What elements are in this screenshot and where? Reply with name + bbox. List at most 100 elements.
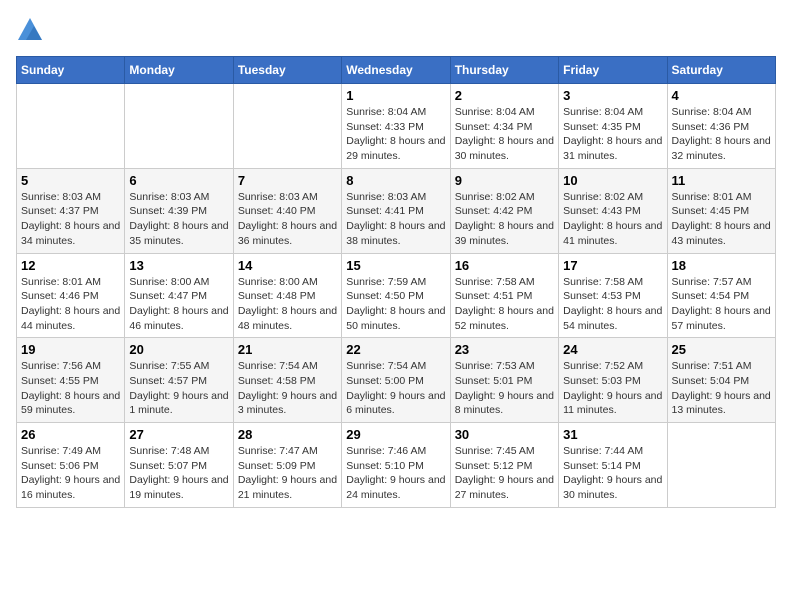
day-number: 30 (455, 427, 554, 442)
calendar-cell (233, 84, 341, 169)
day-info: Sunrise: 7:55 AM Sunset: 4:57 PM Dayligh… (129, 359, 228, 418)
day-info: Sunrise: 7:58 AM Sunset: 4:51 PM Dayligh… (455, 275, 554, 334)
day-number: 13 (129, 258, 228, 273)
day-info: Sunrise: 7:51 AM Sunset: 5:04 PM Dayligh… (672, 359, 771, 418)
calendar-cell: 29 Sunrise: 7:46 AM Sunset: 5:10 PM Dayli… (342, 423, 450, 508)
day-number: 5 (21, 173, 120, 188)
day-info: Sunrise: 7:47 AM Sunset: 5:09 PM Dayligh… (238, 444, 337, 503)
day-info: Sunrise: 8:04 AM Sunset: 4:36 PM Dayligh… (672, 105, 771, 164)
calendar-cell: 2Sunrise: 8:04 AM Sunset: 4:34 PM Daylig… (450, 84, 558, 169)
calendar-cell: 28 Sunrise: 7:47 AM Sunset: 5:09 PM Dayli… (233, 423, 341, 508)
day-number: 11 (672, 173, 771, 188)
day-number: 27 (129, 427, 228, 442)
day-info: Sunrise: 8:03 AM Sunset: 4:40 PM Dayligh… (238, 190, 337, 249)
calendar-cell: 11 Sunrise: 8:01 AM Sunset: 4:45 PM Dayli… (667, 168, 775, 253)
calendar-cell: 31Sunrise: 7:44 AM Sunset: 5:14 PM Dayli… (559, 423, 667, 508)
day-number: 24 (563, 342, 662, 357)
day-info: Sunrise: 7:56 AM Sunset: 4:55 PM Dayligh… (21, 359, 120, 418)
day-of-week-header: Wednesday (342, 57, 450, 84)
day-info: Sunrise: 7:58 AM Sunset: 4:53 PM Dayligh… (563, 275, 662, 334)
calendar-table: SundayMondayTuesdayWednesdayThursdayFrid… (16, 56, 776, 508)
day-info: Sunrise: 7:59 AM Sunset: 4:50 PM Dayligh… (346, 275, 445, 334)
day-number: 3 (563, 88, 662, 103)
day-number: 26 (21, 427, 120, 442)
day-number: 6 (129, 173, 228, 188)
calendar-cell: 6 Sunrise: 8:03 AM Sunset: 4:39 PM Daylig… (125, 168, 233, 253)
calendar-cell: 3 Sunrise: 8:04 AM Sunset: 4:35 PM Daylig… (559, 84, 667, 169)
calendar-cell: 23 Sunrise: 7:53 AM Sunset: 5:01 PM Dayli… (450, 338, 558, 423)
calendar-cell: 10 Sunrise: 8:02 AM Sunset: 4:43 PM Dayli… (559, 168, 667, 253)
day-number: 28 (238, 427, 337, 442)
calendar-cell: 26 Sunrise: 7:49 AM Sunset: 5:06 PM Dayli… (17, 423, 125, 508)
calendar-cell: 12 Sunrise: 8:01 AM Sunset: 4:46 PM Dayli… (17, 253, 125, 338)
calendar-cell: 7 Sunrise: 8:03 AM Sunset: 4:40 PM Daylig… (233, 168, 341, 253)
calendar-cell (17, 84, 125, 169)
calendar-cell (125, 84, 233, 169)
day-number: 15 (346, 258, 445, 273)
calendar-week-row: 5 Sunrise: 8:03 AM Sunset: 4:37 PM Daylig… (17, 168, 776, 253)
calendar-week-row: 26 Sunrise: 7:49 AM Sunset: 5:06 PM Dayli… (17, 423, 776, 508)
calendar-cell: 19 Sunrise: 7:56 AM Sunset: 4:55 PM Dayli… (17, 338, 125, 423)
day-of-week-header: Saturday (667, 57, 775, 84)
day-info: Sunrise: 7:57 AM Sunset: 4:54 PM Dayligh… (672, 275, 771, 334)
day-of-week-header: Monday (125, 57, 233, 84)
day-info: Sunrise: 8:03 AM Sunset: 4:39 PM Dayligh… (129, 190, 228, 249)
calendar-cell: 14Sunrise: 8:00 AM Sunset: 4:48 PM Dayli… (233, 253, 341, 338)
calendar-week-row: 12 Sunrise: 8:01 AM Sunset: 4:46 PM Dayli… (17, 253, 776, 338)
calendar-cell: 30 Sunrise: 7:45 AM Sunset: 5:12 PM Dayli… (450, 423, 558, 508)
page-header (16, 16, 776, 44)
calendar-cell: 27 Sunrise: 7:48 AM Sunset: 5:07 PM Dayli… (125, 423, 233, 508)
calendar-cell: 18 Sunrise: 7:57 AM Sunset: 4:54 PM Dayli… (667, 253, 775, 338)
day-number: 23 (455, 342, 554, 357)
calendar-cell: 15 Sunrise: 7:59 AM Sunset: 4:50 PM Dayli… (342, 253, 450, 338)
day-number: 17 (563, 258, 662, 273)
day-number: 19 (21, 342, 120, 357)
day-number: 9 (455, 173, 554, 188)
calendar-week-row: 1 Sunrise: 8:04 AM Sunset: 4:33 PM Daylig… (17, 84, 776, 169)
calendar-week-row: 19 Sunrise: 7:56 AM Sunset: 4:55 PM Dayli… (17, 338, 776, 423)
day-number: 7 (238, 173, 337, 188)
day-number: 20 (129, 342, 228, 357)
day-info: Sunrise: 8:04 AM Sunset: 4:35 PM Dayligh… (563, 105, 662, 164)
day-info: Sunrise: 8:04 AM Sunset: 4:33 PM Dayligh… (346, 105, 445, 164)
day-info: Sunrise: 8:00 AM Sunset: 4:47 PM Dayligh… (129, 275, 228, 334)
calendar-cell: 4 Sunrise: 8:04 AM Sunset: 4:36 PM Daylig… (667, 84, 775, 169)
day-number: 1 (346, 88, 445, 103)
day-info: Sunrise: 8:03 AM Sunset: 4:37 PM Dayligh… (21, 190, 120, 249)
day-number: 21 (238, 342, 337, 357)
day-info: Sunrise: 7:54 AM Sunset: 5:00 PM Dayligh… (346, 359, 445, 418)
day-info: Sunrise: 7:45 AM Sunset: 5:12 PM Dayligh… (455, 444, 554, 503)
day-info: Sunrise: 8:01 AM Sunset: 4:46 PM Dayligh… (21, 275, 120, 334)
day-number: 18 (672, 258, 771, 273)
calendar-cell: 20 Sunrise: 7:55 AM Sunset: 4:57 PM Dayli… (125, 338, 233, 423)
calendar-cell: 16Sunrise: 7:58 AM Sunset: 4:51 PM Dayli… (450, 253, 558, 338)
day-info: Sunrise: 7:49 AM Sunset: 5:06 PM Dayligh… (21, 444, 120, 503)
calendar-cell: 21Sunrise: 7:54 AM Sunset: 4:58 PM Dayli… (233, 338, 341, 423)
day-info: Sunrise: 7:44 AM Sunset: 5:14 PM Dayligh… (563, 444, 662, 503)
day-info: Sunrise: 8:00 AM Sunset: 4:48 PM Dayligh… (238, 275, 337, 334)
day-info: Sunrise: 8:04 AM Sunset: 4:34 PM Dayligh… (455, 105, 554, 164)
day-number: 29 (346, 427, 445, 442)
day-info: Sunrise: 8:02 AM Sunset: 4:43 PM Dayligh… (563, 190, 662, 249)
calendar-cell: 25Sunrise: 7:51 AM Sunset: 5:04 PM Dayli… (667, 338, 775, 423)
day-info: Sunrise: 8:01 AM Sunset: 4:45 PM Dayligh… (672, 190, 771, 249)
calendar-cell: 9Sunrise: 8:02 AM Sunset: 4:42 PM Daylig… (450, 168, 558, 253)
calendar-cell: 17 Sunrise: 7:58 AM Sunset: 4:53 PM Dayli… (559, 253, 667, 338)
day-number: 10 (563, 173, 662, 188)
day-number: 4 (672, 88, 771, 103)
day-info: Sunrise: 7:53 AM Sunset: 5:01 PM Dayligh… (455, 359, 554, 418)
day-info: Sunrise: 7:52 AM Sunset: 5:03 PM Dayligh… (563, 359, 662, 418)
day-info: Sunrise: 7:48 AM Sunset: 5:07 PM Dayligh… (129, 444, 228, 503)
day-number: 8 (346, 173, 445, 188)
day-info: Sunrise: 7:46 AM Sunset: 5:10 PM Dayligh… (346, 444, 445, 503)
calendar-cell: 5 Sunrise: 8:03 AM Sunset: 4:37 PM Daylig… (17, 168, 125, 253)
calendar-cell: 22 Sunrise: 7:54 AM Sunset: 5:00 PM Dayli… (342, 338, 450, 423)
calendar-cell: 24 Sunrise: 7:52 AM Sunset: 5:03 PM Dayli… (559, 338, 667, 423)
day-of-week-header: Sunday (17, 57, 125, 84)
logo-icon (16, 16, 44, 44)
calendar-cell: 1 Sunrise: 8:04 AM Sunset: 4:33 PM Daylig… (342, 84, 450, 169)
day-number: 12 (21, 258, 120, 273)
day-number: 22 (346, 342, 445, 357)
calendar-cell: 13 Sunrise: 8:00 AM Sunset: 4:47 PM Dayli… (125, 253, 233, 338)
day-of-week-header: Thursday (450, 57, 558, 84)
